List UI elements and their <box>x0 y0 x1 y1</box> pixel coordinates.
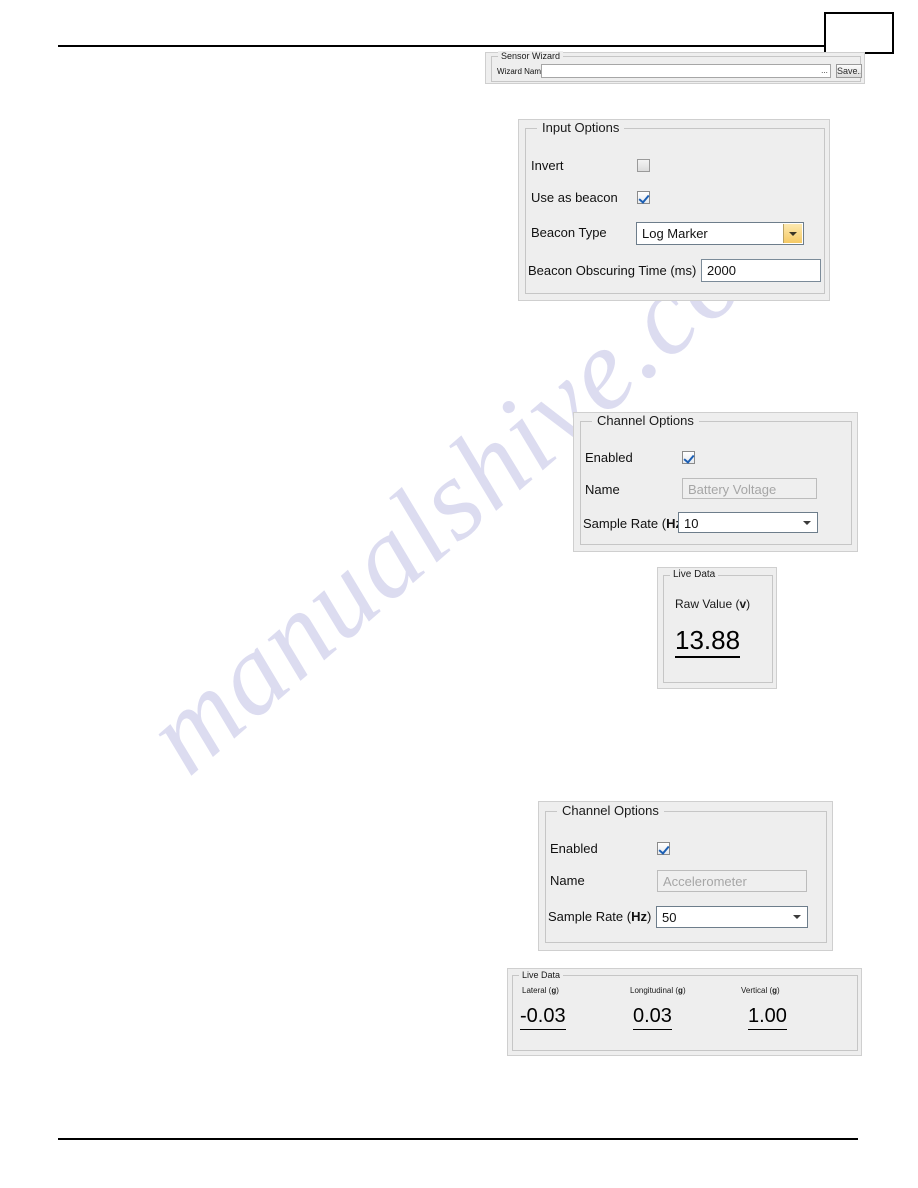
channel-options-accelerometer-title: Channel Options <box>557 803 664 819</box>
live-data-battery-panel: Live Data Raw Value (v) 13.88 <box>657 567 777 689</box>
accelerometer-name-label: Name <box>550 873 585 888</box>
channel-options-accelerometer-panel: Channel Options Enabled Name Acceleromet… <box>538 801 833 951</box>
battery-name-label: Name <box>585 482 620 497</box>
battery-enabled-label: Enabled <box>585 450 633 465</box>
longitudinal-label-suffix: ) <box>682 986 686 995</box>
accelerometer-sample-rate-label-unit: Hz <box>631 909 647 924</box>
live-data-accelerometer-panel: Live Data Lateral (g) -0.03 Longitudinal… <box>507 968 862 1056</box>
raw-value-label-prefix: Raw Value ( <box>675 597 740 611</box>
accelerometer-sample-rate-label: Sample Rate (Hz) <box>548 909 651 925</box>
raw-value-label: Raw Value (v) <box>675 597 750 612</box>
lateral-label: Lateral (g) <box>522 986 559 996</box>
vertical-label-suffix: ) <box>777 986 780 995</box>
wizard-name-input[interactable] <box>541 64 831 78</box>
beacon-type-select[interactable]: Log Marker <box>636 222 804 245</box>
battery-sample-rate-select[interactable]: 10 <box>678 512 818 533</box>
raw-value-readout: 13.88 <box>675 625 741 658</box>
lateral-readout: -0.03 <box>520 1005 566 1030</box>
document-page: manualshive.com Sensor Wizard Wizard Nam… <box>0 0 918 1188</box>
page-number-box <box>824 12 894 54</box>
sensor-wizard-title: Sensor Wizard <box>498 51 564 62</box>
wizard-name-label: Wizard Name <box>497 67 546 76</box>
lateral-label-prefix: Lateral ( <box>522 986 552 995</box>
live-data-battery-title: Live Data <box>670 569 719 580</box>
use-as-beacon-checkbox[interactable] <box>637 191 650 204</box>
channel-options-battery-title: Channel Options <box>592 413 699 429</box>
accelerometer-sample-rate-select[interactable]: 50 <box>656 906 808 928</box>
chevron-down-icon[interactable] <box>798 514 816 531</box>
accelerometer-sample-rate-value: 50 <box>662 910 677 925</box>
accelerometer-enabled-label: Enabled <box>550 841 598 856</box>
accelerometer-enabled-checkbox[interactable] <box>657 842 670 855</box>
channel-options-battery-panel: Channel Options Enabled Name Battery Vol… <box>573 412 858 552</box>
accelerometer-sample-rate-label-suffix: ) <box>646 909 652 924</box>
wizard-save-button[interactable]: Save... <box>836 64 862 78</box>
beacon-obscuring-time-input[interactable]: 2000 <box>701 259 821 282</box>
invert-checkbox[interactable] <box>637 159 650 172</box>
battery-name-input: Battery Voltage <box>682 478 817 499</box>
longitudinal-readout: 0.03 <box>633 1005 672 1030</box>
longitudinal-label: Longitudinal (g) <box>630 986 686 996</box>
use-as-beacon-label: Use as beacon <box>531 190 618 205</box>
battery-sample-rate-value: 10 <box>684 516 699 531</box>
vertical-label: Vertical (g) <box>741 986 780 996</box>
wizard-name-browse-button[interactable]: ... <box>818 65 831 77</box>
longitudinal-label-prefix: Longitudinal ( <box>630 986 679 995</box>
beacon-obscuring-time-label: Beacon Obscuring Time (ms) <box>528 263 697 278</box>
header-rule <box>58 45 860 47</box>
footer-rule <box>58 1138 858 1140</box>
input-options-title: Input Options <box>537 120 625 136</box>
input-options-panel: Input Options Invert Use as beacon Beaco… <box>518 119 830 301</box>
live-data-accelerometer-title: Live Data <box>519 970 564 981</box>
vertical-label-prefix: Vertical ( <box>741 986 773 995</box>
raw-value-label-suffix: ) <box>746 597 751 611</box>
battery-sample-rate-label: Sample Rate (Hz) <box>583 516 686 532</box>
chevron-down-icon[interactable] <box>783 224 802 243</box>
accelerometer-name-input: Accelerometer <box>657 870 807 892</box>
invert-label: Invert <box>531 158 564 173</box>
beacon-type-value: Log Marker <box>642 226 708 241</box>
sensor-wizard-panel: Sensor Wizard Wizard Name ... Save... <box>485 51 865 84</box>
chevron-down-icon[interactable] <box>788 908 806 926</box>
beacon-type-label: Beacon Type <box>531 225 607 240</box>
battery-sample-rate-label-prefix: Sample Rate ( <box>583 516 667 531</box>
lateral-label-suffix: ) <box>556 986 559 995</box>
accelerometer-sample-rate-label-prefix: Sample Rate ( <box>548 909 632 924</box>
vertical-readout: 1.00 <box>748 1005 787 1030</box>
battery-enabled-checkbox[interactable] <box>682 451 695 464</box>
